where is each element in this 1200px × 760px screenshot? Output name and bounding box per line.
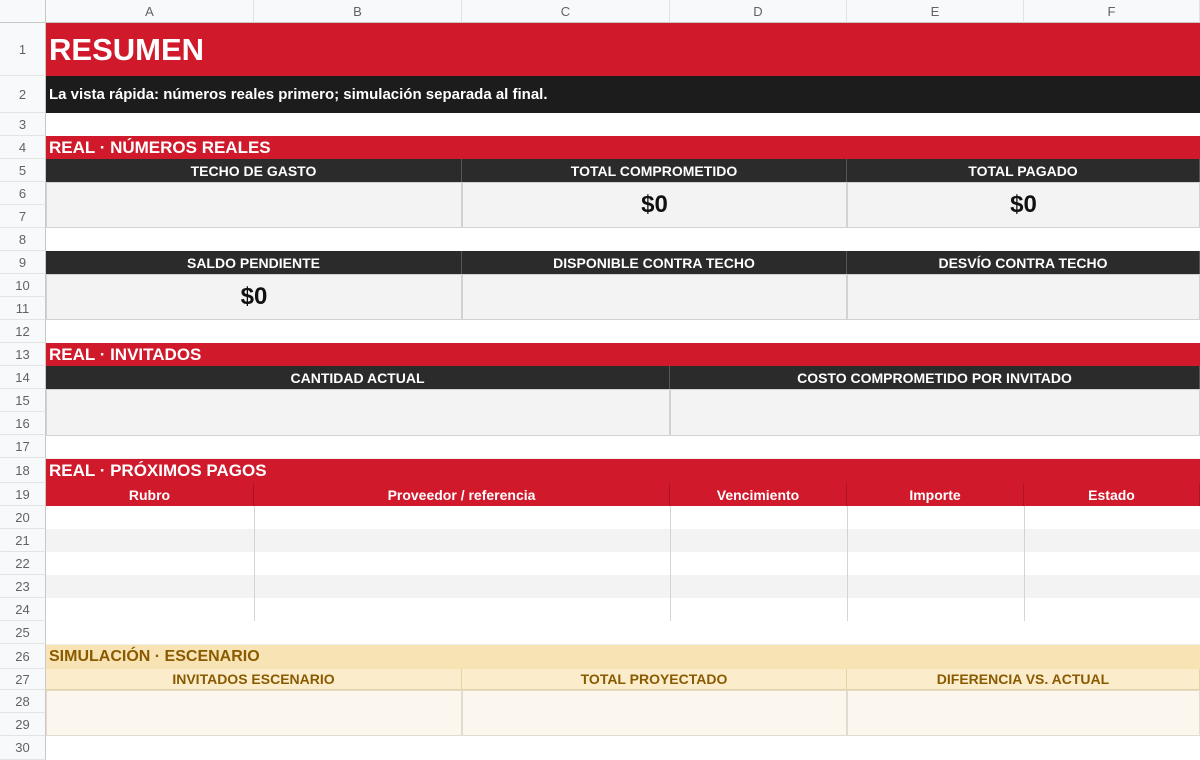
- row-header-30[interactable]: 30: [0, 736, 46, 760]
- row-header-13[interactable]: 13: [0, 343, 46, 366]
- table-row[interactable]: [46, 506, 1200, 529]
- section-title-payments: REAL · PRÓXIMOS PAGOS: [46, 459, 1200, 483]
- page-subtitle: La vista rápida: números reales primero;…: [46, 76, 1200, 113]
- select-all-corner[interactable]: [0, 0, 46, 23]
- col-header-rubro: Rubro: [46, 483, 254, 506]
- header-total-comprometido: TOTAL COMPROMETIDO: [462, 159, 847, 182]
- col-header-vencimiento: Vencimiento: [670, 483, 847, 506]
- section-title-simulation: SIMULACIÓN · ESCENARIO: [46, 645, 1200, 669]
- header-saldo-pendiente: SALDO PENDIENTE: [46, 251, 462, 274]
- table-row[interactable]: [46, 598, 1200, 621]
- row-header-6[interactable]: 6: [0, 182, 46, 205]
- row-header-18[interactable]: 18: [0, 458, 46, 483]
- row-header-5[interactable]: 5: [0, 159, 46, 182]
- header-total-proyectado: TOTAL PROYECTADO: [462, 669, 847, 690]
- col-header-estado: Estado: [1024, 483, 1200, 506]
- row-header-1[interactable]: 1: [0, 23, 46, 76]
- column-header-e[interactable]: E: [847, 0, 1024, 23]
- row-header-15[interactable]: 15: [0, 389, 46, 412]
- row-header-12[interactable]: 12: [0, 320, 46, 343]
- value-saldo-pendiente[interactable]: $0: [46, 274, 462, 320]
- page-title: RESUMEN: [46, 23, 1200, 76]
- column-divider: [254, 506, 255, 621]
- row-header-22[interactable]: 22: [0, 552, 46, 575]
- value-techo-de-gasto[interactable]: [46, 182, 462, 228]
- row-header-24[interactable]: 24: [0, 598, 46, 621]
- header-disponible-contra-techo: DISPONIBLE CONTRA TECHO: [462, 251, 847, 274]
- table-row[interactable]: [46, 529, 1200, 552]
- col-header-importe: Importe: [847, 483, 1024, 506]
- column-divider: [847, 506, 848, 621]
- header-total-pagado: TOTAL PAGADO: [847, 159, 1200, 182]
- row-header-20[interactable]: 20: [0, 506, 46, 529]
- header-invitados-escenario: INVITADOS ESCENARIO: [46, 669, 462, 690]
- row-header-7[interactable]: 7: [0, 205, 46, 228]
- table-row[interactable]: [46, 575, 1200, 598]
- column-header-a[interactable]: A: [46, 0, 254, 23]
- row-header-2[interactable]: 2: [0, 76, 46, 113]
- header-cantidad-actual: CANTIDAD ACTUAL: [46, 366, 670, 389]
- value-diferencia-vs-actual[interactable]: [847, 690, 1200, 736]
- value-invitados-escenario[interactable]: [46, 690, 462, 736]
- header-desvio-contra-techo: DESVÍO CONTRA TECHO: [847, 251, 1200, 274]
- row-header-21[interactable]: 21: [0, 529, 46, 552]
- row-header-10[interactable]: 10: [0, 274, 46, 297]
- row-header-19[interactable]: 19: [0, 483, 46, 506]
- column-divider: [670, 506, 671, 621]
- row-header-28[interactable]: 28: [0, 690, 46, 713]
- row-header-23[interactable]: 23: [0, 575, 46, 598]
- row-header-27[interactable]: 27: [0, 669, 46, 690]
- value-desvio-contra-techo[interactable]: [847, 274, 1200, 320]
- row-header-26[interactable]: 26: [0, 644, 46, 669]
- value-costo-por-invitado[interactable]: [670, 389, 1200, 436]
- value-total-comprometido[interactable]: $0: [462, 182, 847, 228]
- column-header-f[interactable]: F: [1024, 0, 1200, 23]
- section-title-guests: REAL · INVITADOS: [46, 343, 1200, 366]
- row-header-11[interactable]: 11: [0, 297, 46, 320]
- header-diferencia-vs-actual: DIFERENCIA VS. ACTUAL: [847, 669, 1200, 690]
- row-header-17[interactable]: 17: [0, 435, 46, 458]
- header-techo-de-gasto: TECHO DE GASTO: [46, 159, 462, 182]
- table-row[interactable]: [46, 552, 1200, 575]
- col-header-proveedor: Proveedor / referencia: [254, 483, 670, 506]
- row-header-14[interactable]: 14: [0, 366, 46, 389]
- row-header-4[interactable]: 4: [0, 136, 46, 159]
- value-disponible-contra-techo[interactable]: [462, 274, 847, 320]
- column-header-c[interactable]: C: [462, 0, 670, 23]
- value-cantidad-actual[interactable]: [46, 389, 670, 436]
- row-header-3[interactable]: 3: [0, 113, 46, 136]
- column-divider: [1024, 506, 1025, 621]
- row-header-9[interactable]: 9: [0, 251, 46, 274]
- column-header-b[interactable]: B: [254, 0, 462, 23]
- value-total-proyectado[interactable]: [462, 690, 847, 736]
- column-header-d[interactable]: D: [670, 0, 847, 23]
- value-total-pagado[interactable]: $0: [847, 182, 1200, 228]
- row-header-29[interactable]: 29: [0, 713, 46, 736]
- header-costo-por-invitado: COSTO COMPROMETIDO POR INVITADO: [670, 366, 1200, 389]
- row-header-25[interactable]: 25: [0, 621, 46, 644]
- row-header-8[interactable]: 8: [0, 228, 46, 251]
- section-title-real-numbers: REAL · NÚMEROS REALES: [46, 136, 1200, 159]
- row-header-16[interactable]: 16: [0, 412, 46, 435]
